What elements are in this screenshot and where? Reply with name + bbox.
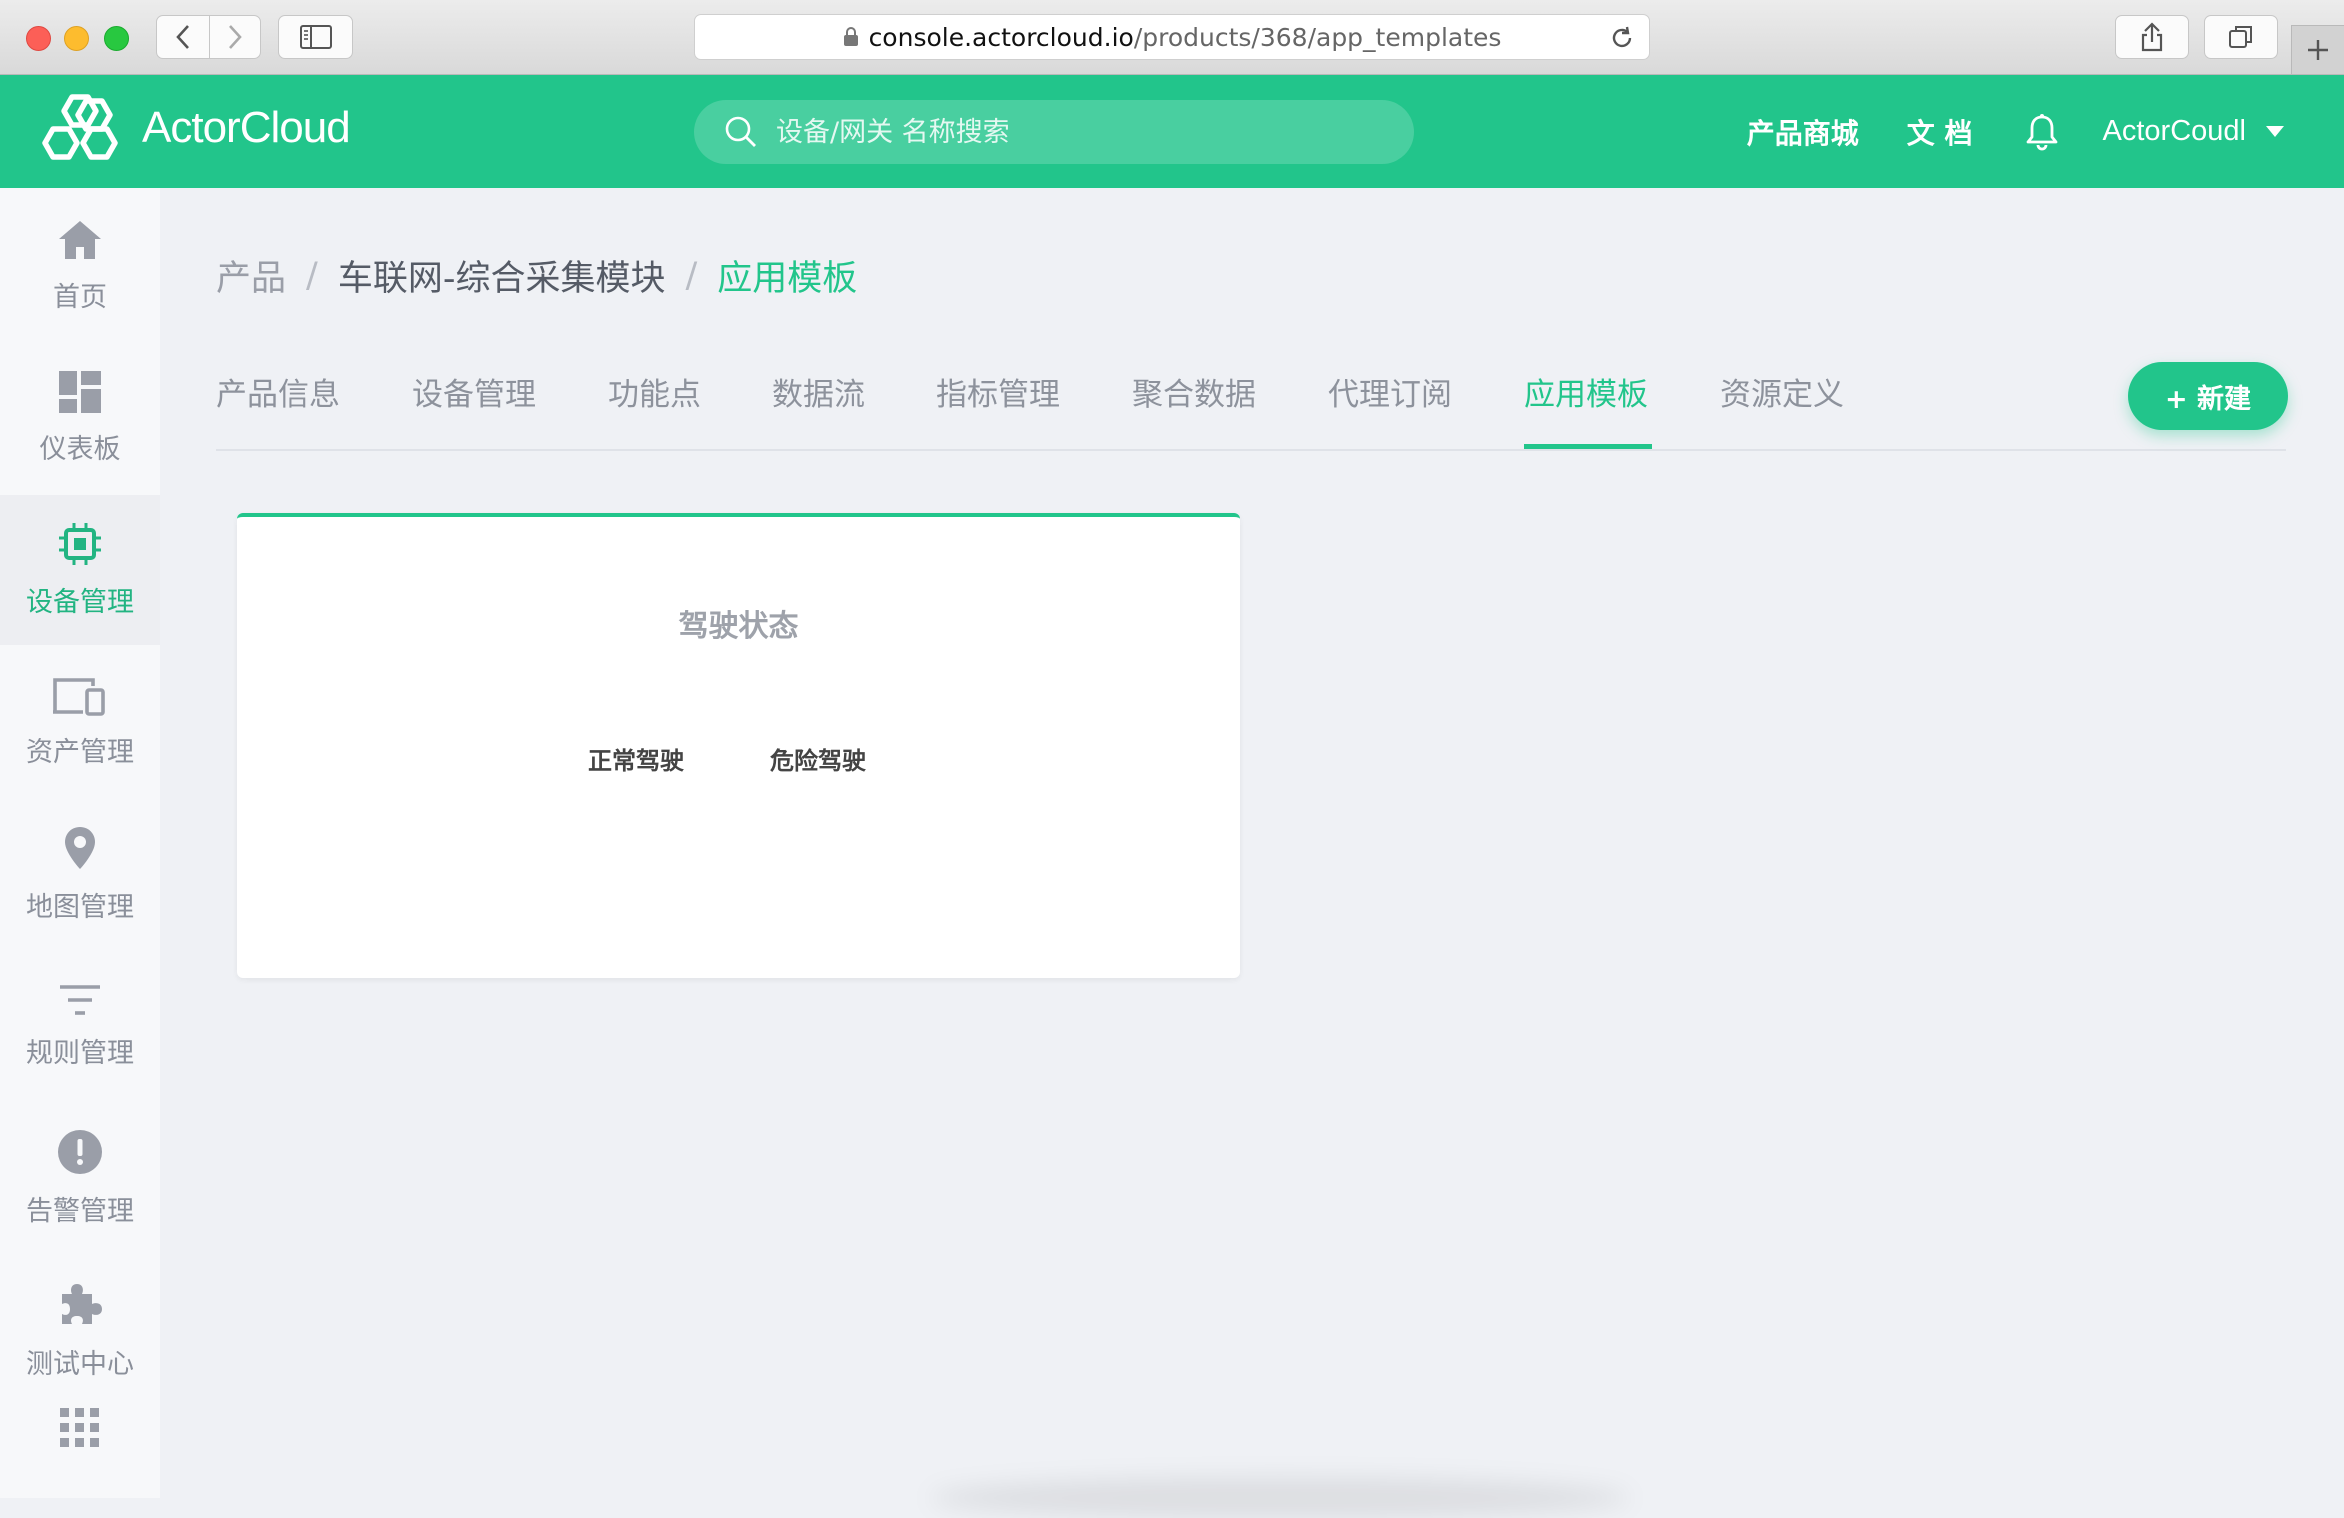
sidebar-item-home[interactable]: 首页 bbox=[0, 191, 160, 341]
plus-icon bbox=[2308, 40, 2328, 60]
tab-function-points[interactable]: 功能点 bbox=[608, 369, 701, 414]
tab-metrics[interactable]: 指标管理 bbox=[936, 369, 1060, 414]
breadcrumb: 产品 / 车联网-综合采集模块 / 应用模板 bbox=[216, 250, 857, 301]
actorcloud-logo-icon bbox=[42, 94, 118, 160]
sidebar-icon bbox=[299, 25, 332, 49]
tab-product-info[interactable]: 产品信息 bbox=[216, 369, 340, 414]
tabs-icon bbox=[2229, 26, 2252, 48]
sidebar-item-dashboard[interactable]: 仪表板 bbox=[0, 343, 160, 493]
filter-icon bbox=[60, 984, 100, 1015]
map-pin-icon bbox=[65, 826, 95, 869]
app-header: ActorCloud 产品商城 文 档 ActorCoudl bbox=[0, 75, 2344, 188]
logo-text: ActorCloud bbox=[142, 103, 351, 152]
new-tab-button[interactable] bbox=[2291, 25, 2344, 74]
active-tab-indicator bbox=[1524, 444, 1652, 449]
bottom-shadow bbox=[930, 1478, 1630, 1518]
lock-icon bbox=[843, 27, 858, 46]
chip-icon bbox=[59, 522, 101, 565]
product-tabs: 产品信息 设备管理 功能点 数据流 指标管理 聚合数据 代理订阅 应用模板 资源… bbox=[216, 355, 2286, 451]
sidebar-item-map-management[interactable]: 地图管理 bbox=[0, 799, 160, 949]
devices-icon bbox=[53, 677, 105, 716]
tab-resource-definition[interactable]: 资源定义 bbox=[1720, 369, 1844, 414]
tab-aggregated-data[interactable]: 聚合数据 bbox=[1132, 369, 1256, 414]
sidebar-item-label: 设备管理 bbox=[26, 586, 134, 618]
sidebar-item-label: 仪表板 bbox=[39, 433, 121, 465]
sidebar: 首页 仪表板 设备管理 资产管理 地图管理 规则管理 告警管理 测试中心 bbox=[0, 188, 160, 1498]
new-template-button[interactable]: + 新建 bbox=[2128, 362, 2288, 430]
share-button[interactable] bbox=[2115, 15, 2189, 59]
nav-link-store[interactable]: 产品商城 bbox=[1747, 112, 1859, 152]
reload-icon[interactable] bbox=[1609, 25, 1635, 51]
tab-app-templates[interactable]: 应用模板 bbox=[1524, 369, 1648, 414]
sidebar-toggle-button[interactable] bbox=[278, 15, 353, 59]
breadcrumb-products[interactable]: 产品 bbox=[216, 250, 286, 301]
chevron-right-icon bbox=[229, 25, 242, 49]
sidebar-item-label: 告警管理 bbox=[26, 1195, 134, 1227]
puzzle-icon bbox=[62, 1283, 102, 1324]
sidebar-item-more[interactable] bbox=[0, 1408, 160, 1488]
sidebar-item-label: 测试中心 bbox=[26, 1348, 134, 1380]
tab-proxy-subscription[interactable]: 代理订阅 bbox=[1328, 369, 1452, 414]
breadcrumb-separator: / bbox=[306, 255, 318, 296]
breadcrumb-product[interactable]: 车联网-综合采集模块 bbox=[338, 250, 666, 301]
back-button[interactable] bbox=[156, 15, 210, 59]
breadcrumb-current: 应用模板 bbox=[717, 259, 858, 299]
sidebar-item-label: 首页 bbox=[53, 281, 107, 313]
template-card[interactable]: 驾驶状态 正常驾驶 危险驾驶 bbox=[237, 513, 1240, 978]
forward-button[interactable] bbox=[209, 15, 261, 59]
grid-icon bbox=[60, 1408, 99, 1447]
close-window-button[interactable] bbox=[26, 26, 51, 51]
share-icon bbox=[2141, 22, 2163, 52]
tab-data-streams[interactable]: 数据流 bbox=[772, 369, 865, 414]
bell-icon bbox=[2026, 113, 2057, 150]
chevron-left-icon bbox=[176, 25, 189, 49]
alert-icon bbox=[58, 1129, 102, 1174]
user-name: ActorCoudl bbox=[2102, 115, 2246, 147]
user-menu[interactable]: ActorCoudl bbox=[2103, 115, 2284, 148]
sidebar-item-device-management[interactable]: 设备管理 bbox=[0, 495, 160, 645]
url-path: /products/368/app_templates bbox=[1133, 22, 1502, 52]
sidebar-item-alert-management[interactable]: 告警管理 bbox=[0, 1103, 160, 1253]
sidebar-item-label: 地图管理 bbox=[26, 891, 134, 923]
sidebar-item-rule-management[interactable]: 规则管理 bbox=[0, 951, 160, 1101]
nav-link-docs[interactable]: 文 档 bbox=[1907, 112, 1973, 152]
template-option-dangerous: 危险驾驶 bbox=[770, 747, 866, 775]
template-card-title: 驾驶状态 bbox=[678, 609, 799, 644]
tabs-overview-button[interactable] bbox=[2204, 15, 2278, 59]
notification-bell[interactable] bbox=[2025, 113, 2059, 151]
sidebar-item-asset-management[interactable]: 资产管理 bbox=[0, 647, 160, 797]
sidebar-item-label: 资产管理 bbox=[26, 736, 134, 768]
dashboard-icon bbox=[59, 370, 101, 413]
minimize-window-button[interactable] bbox=[64, 26, 89, 51]
breadcrumb-separator: / bbox=[685, 255, 698, 296]
search-icon bbox=[725, 116, 756, 147]
logo[interactable]: ActorCloud bbox=[38, 93, 351, 163]
search-input[interactable] bbox=[774, 115, 1378, 149]
header-nav: 产品商城 文 档 ActorCoudl bbox=[1699, 75, 2284, 188]
search-box[interactable] bbox=[694, 100, 1414, 164]
caret-down-icon bbox=[2266, 126, 2284, 137]
template-option-normal: 正常驾驶 bbox=[588, 747, 684, 775]
url-host: console.actorcloud.io bbox=[868, 22, 1134, 52]
zoom-window-button[interactable] bbox=[104, 26, 129, 51]
sidebar-item-test-center[interactable]: 测试中心 bbox=[0, 1255, 160, 1405]
browser-toolbar: console.actorcloud.io/products/368/app_t… bbox=[0, 0, 2344, 75]
address-bar[interactable]: console.actorcloud.io/products/368/app_t… bbox=[694, 14, 1650, 60]
tab-device-management[interactable]: 设备管理 bbox=[412, 369, 536, 414]
home-icon bbox=[59, 220, 101, 259]
sidebar-item-label: 规则管理 bbox=[26, 1037, 134, 1069]
